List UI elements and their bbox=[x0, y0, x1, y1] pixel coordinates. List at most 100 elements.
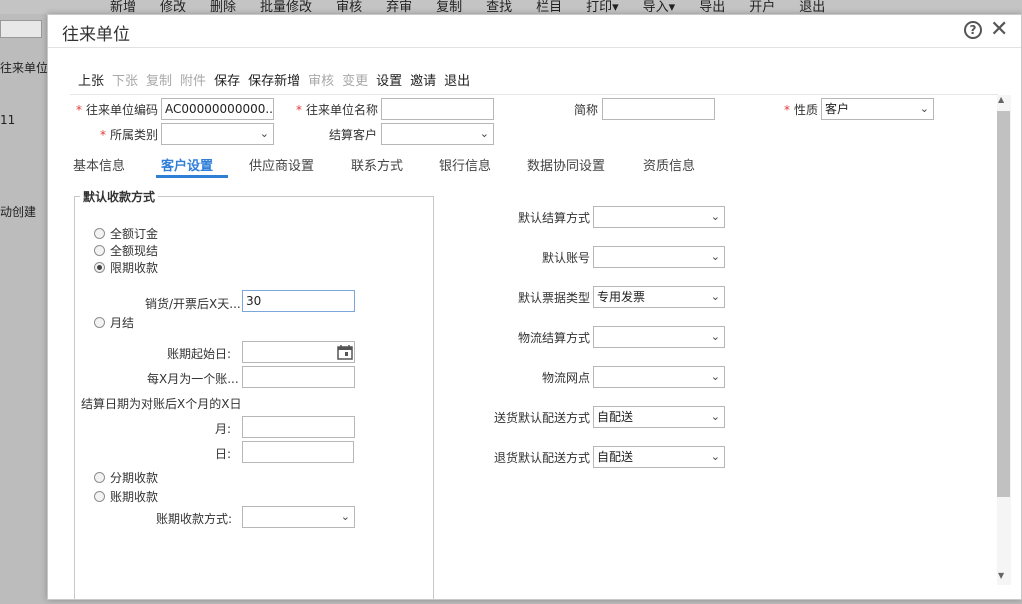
days-label: 销货/开票后X天... bbox=[145, 297, 241, 311]
settings-button[interactable]: 设置 bbox=[376, 70, 402, 89]
chevron-down-icon: ⌄ bbox=[710, 410, 720, 423]
radio-icon[interactable] bbox=[94, 491, 105, 502]
background-toolbar-item: 新增 bbox=[110, 0, 137, 14]
scroll-up-icon[interactable]: ▲ bbox=[998, 95, 1004, 104]
period-start-label: 账期起始日: bbox=[167, 347, 232, 361]
copy-button[interactable]: 复制 bbox=[146, 70, 172, 89]
month-label: 月: bbox=[215, 422, 232, 436]
background-toolbar-item: 打印▾ bbox=[586, 0, 619, 14]
attachment-button[interactable]: 附件 bbox=[180, 70, 206, 89]
action-toolbar: 上张 下张 复制 附件 保存 保存新增 审核 变更 设置 邀请 退出 bbox=[78, 70, 478, 89]
return-method-select[interactable]: 自配送 ⌄ bbox=[593, 446, 725, 468]
settle-customer-label: 结算客户 bbox=[329, 128, 378, 142]
delivery-method-value: 自配送 bbox=[597, 410, 634, 424]
settle-date-label: 结算日期为对账后X个月的X日 bbox=[81, 397, 242, 411]
scroll-down-icon[interactable]: ▼ bbox=[998, 571, 1004, 580]
tab-basic-info[interactable]: 基本信息 bbox=[73, 155, 125, 174]
radio-icon[interactable] bbox=[94, 317, 105, 328]
background-toolbar-item: 删除 bbox=[210, 0, 237, 14]
delivery-method-select[interactable]: 自配送 ⌄ bbox=[593, 406, 725, 428]
radio-monthly[interactable]: 月结 bbox=[94, 314, 134, 331]
name-field[interactable] bbox=[381, 98, 494, 120]
calendar-icon[interactable] bbox=[337, 344, 353, 360]
tab-supplier-settings[interactable]: 供应商设置 bbox=[249, 155, 314, 174]
radio-installment[interactable]: 分期收款 bbox=[94, 469, 158, 486]
settle-customer-select[interactable]: ⌄ bbox=[381, 123, 494, 145]
return-method-value: 自配送 bbox=[597, 450, 634, 464]
exit-button[interactable]: 退出 bbox=[444, 70, 470, 89]
background-toolbar-item: 导出 bbox=[699, 0, 726, 14]
invite-button[interactable]: 邀请 bbox=[410, 70, 436, 89]
chevron-down-icon: ⌄ bbox=[710, 210, 720, 223]
credit-method-select[interactable]: ⌄ bbox=[242, 506, 355, 528]
default-account-select[interactable]: ⌄ bbox=[593, 246, 725, 268]
required-mark: * bbox=[784, 103, 790, 117]
dialog-title: 往来单位 bbox=[62, 25, 130, 45]
chevron-down-icon: ⌄ bbox=[340, 510, 350, 523]
chevron-down-icon: ⌄ bbox=[479, 127, 489, 140]
background-toolbar-item: 修改 bbox=[160, 0, 187, 14]
month-input[interactable] bbox=[242, 416, 355, 438]
code-field[interactable]: AC00000000000... bbox=[161, 98, 274, 120]
background-toolbar-item: 审核 bbox=[336, 0, 363, 14]
chevron-down-icon: ⌄ bbox=[710, 450, 720, 463]
chevron-down-icon: ⌄ bbox=[710, 290, 720, 303]
radio-full-cash[interactable]: 全额现结 bbox=[94, 242, 158, 259]
day-label: 日: bbox=[215, 447, 232, 461]
background-toolbar-item: 弃审 bbox=[386, 0, 413, 14]
save-button[interactable]: 保存 bbox=[214, 70, 240, 89]
default-settlement-label: 默认结算方式 bbox=[518, 211, 591, 225]
radio-limited[interactable]: 限期收款 bbox=[94, 259, 158, 276]
logistics-settlement-select[interactable]: ⌄ bbox=[593, 326, 725, 348]
radio-icon[interactable] bbox=[94, 472, 105, 483]
default-invoice-type-label: 默认票据类型 bbox=[518, 291, 591, 305]
next-button[interactable]: 下张 bbox=[112, 70, 138, 89]
title-divider bbox=[48, 47, 1021, 48]
close-icon[interactable]: ✕ bbox=[990, 17, 1008, 43]
logistics-outlet-select[interactable]: ⌄ bbox=[593, 366, 725, 388]
code-label: * 往来单位编码 bbox=[76, 103, 159, 117]
short-name-field[interactable] bbox=[602, 98, 715, 120]
partner-dialog: 往来单位 ? ✕ 上张 下张 复制 附件 保存 保存新增 审核 变更 设置 邀请… bbox=[47, 14, 1022, 600]
radio-credit[interactable]: 账期收款 bbox=[94, 488, 158, 505]
tab-data-sync[interactable]: 数据协同设置 bbox=[527, 155, 605, 174]
radio-icon[interactable] bbox=[94, 245, 105, 256]
scrollbar-thumb[interactable] bbox=[997, 111, 1010, 497]
tab-customer-settings[interactable]: 客户设置 bbox=[161, 155, 213, 174]
days-input[interactable]: 30 bbox=[242, 290, 355, 312]
chevron-down-icon: ⌄ bbox=[710, 370, 720, 383]
tab-bank-info[interactable]: 银行信息 bbox=[439, 155, 491, 174]
every-x-month-input[interactable] bbox=[242, 366, 355, 388]
radio-checked-icon[interactable] bbox=[94, 262, 105, 273]
background-text: 往来单位 bbox=[0, 61, 47, 75]
nature-select[interactable]: 客户 ⌄ bbox=[821, 98, 934, 120]
default-invoice-type-select[interactable]: 专用发票 ⌄ bbox=[593, 286, 725, 308]
background-search-input bbox=[0, 20, 42, 38]
background-left-panel: 往来单位 11 动创建 bbox=[0, 14, 47, 604]
day-input[interactable] bbox=[242, 441, 354, 463]
default-invoice-type-value: 专用发票 bbox=[597, 290, 646, 304]
help-icon[interactable]: ? bbox=[964, 21, 982, 39]
save-new-button[interactable]: 保存新增 bbox=[248, 70, 300, 89]
radio-full-deposit[interactable]: 全额订金 bbox=[94, 225, 158, 242]
radio-icon[interactable] bbox=[94, 228, 105, 239]
change-button[interactable]: 变更 bbox=[342, 70, 368, 89]
header-divider bbox=[70, 94, 998, 95]
tab-qualification[interactable]: 资质信息 bbox=[643, 155, 695, 174]
nature-label: * 性质 bbox=[784, 103, 819, 117]
background-text: 动创建 bbox=[0, 205, 37, 219]
active-tab-indicator bbox=[156, 175, 228, 178]
category-select[interactable]: ⌄ bbox=[161, 123, 274, 145]
tab-contact[interactable]: 联系方式 bbox=[351, 155, 403, 174]
credit-method-label: 账期收款方式: bbox=[156, 512, 233, 526]
background-toolbar-item: 复制 bbox=[436, 0, 463, 14]
audit-button[interactable]: 审核 bbox=[308, 70, 334, 89]
short-name-label: 简称 bbox=[574, 103, 599, 117]
default-settlement-select[interactable]: ⌄ bbox=[593, 206, 725, 228]
delivery-method-label: 送货默认配送方式 bbox=[494, 411, 591, 425]
chevron-down-icon: ⌄ bbox=[919, 102, 929, 115]
prev-button[interactable]: 上张 bbox=[78, 70, 104, 89]
required-mark: * bbox=[296, 103, 302, 117]
logistics-settlement-label: 物流结算方式 bbox=[518, 331, 591, 345]
required-mark: * bbox=[76, 103, 82, 117]
